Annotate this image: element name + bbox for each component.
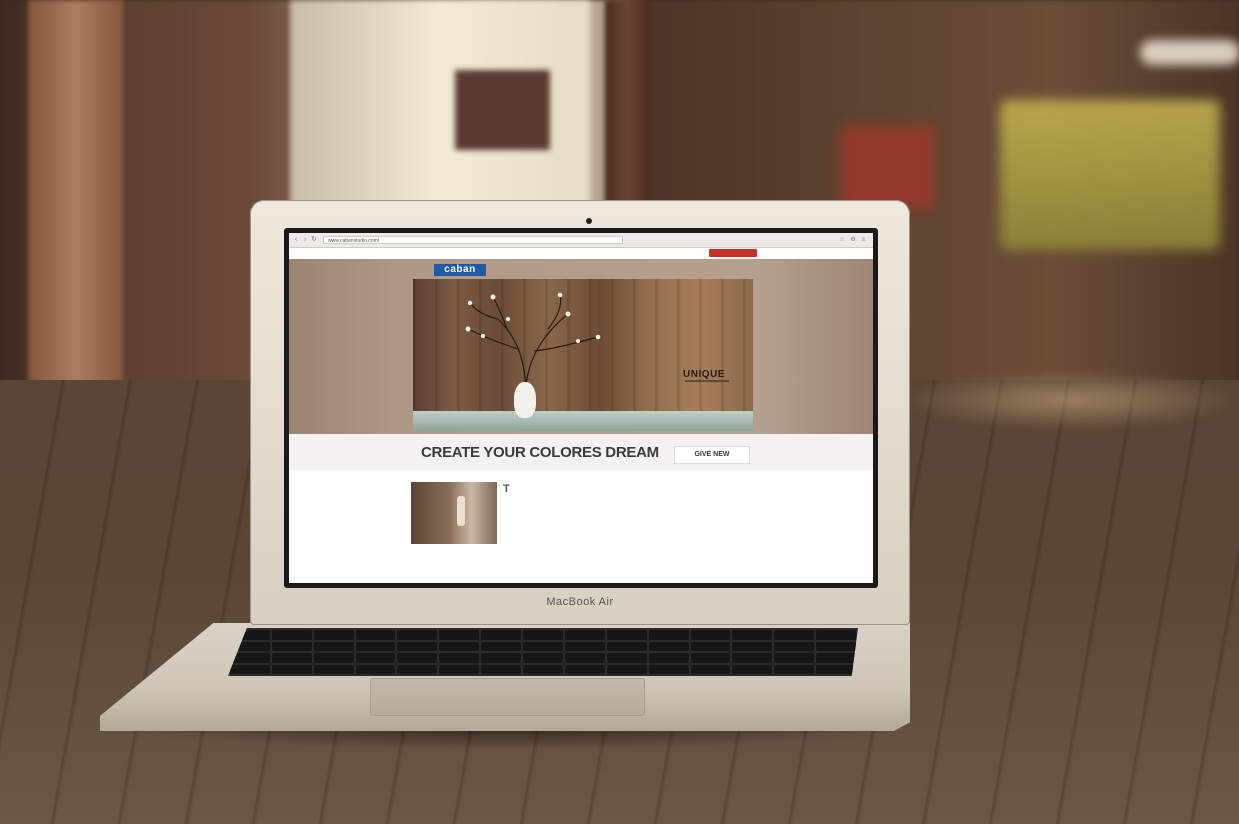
hero-section: caban UNIQUE bbox=[289, 259, 873, 434]
table-sheen bbox=[900, 370, 1239, 430]
dropcap: T bbox=[503, 483, 510, 495]
laptop-screen: ‹ › ↻ www.cabanstudio.com/ ☆ ⚙ ≡ caban U… bbox=[289, 233, 873, 583]
forward-arrow-icon[interactable]: › bbox=[302, 236, 308, 243]
camera-icon bbox=[586, 218, 592, 224]
nav-menu bbox=[499, 266, 759, 274]
door-frame-right bbox=[605, 0, 650, 210]
thumbnail-figure bbox=[457, 496, 465, 526]
content-text: T bbox=[503, 483, 753, 495]
content-section: T bbox=[289, 470, 873, 583]
reload-icon[interactable]: ↻ bbox=[311, 236, 317, 243]
red-chair bbox=[840, 125, 935, 210]
laptop-trackpad bbox=[370, 678, 645, 716]
site-topbar bbox=[289, 248, 873, 259]
cta-button[interactable]: GIVE NEW bbox=[674, 446, 750, 464]
cta-band: CREATE YOUR COLORES DREAM GIVE NEW bbox=[289, 434, 873, 470]
site-navbar: caban bbox=[409, 264, 759, 278]
browser-toolbar: ‹ › ↻ www.cabanstudio.com/ ☆ ⚙ ≡ bbox=[289, 233, 873, 248]
back-arrow-icon[interactable]: ‹ bbox=[293, 236, 299, 243]
stone-shelf bbox=[413, 411, 753, 431]
hero-slider-image[interactable]: UNIQUE bbox=[413, 279, 753, 431]
toolbar-icons[interactable]: ☆ ⚙ ≡ bbox=[839, 236, 867, 243]
site-logo[interactable]: caban bbox=[434, 264, 486, 276]
address-bar[interactable]: www.cabanstudio.com/ bbox=[323, 236, 623, 244]
yellow-chairs bbox=[1000, 100, 1220, 250]
device-brand-label: MacBook Air bbox=[546, 596, 614, 608]
laptop-keyboard bbox=[228, 628, 858, 676]
top-red-button[interactable] bbox=[709, 249, 757, 257]
branch-illustration bbox=[465, 292, 601, 388]
cta-title: CREATE YOUR COLORES DREAM bbox=[421, 444, 659, 461]
wall-picture bbox=[455, 70, 550, 150]
slide-caption: UNIQUE bbox=[683, 369, 725, 380]
door-frame-left bbox=[28, 0, 123, 400]
white-vase bbox=[514, 382, 536, 418]
content-thumbnail[interactable] bbox=[411, 482, 497, 544]
lamp bbox=[1140, 40, 1239, 65]
slide-caption-underline bbox=[685, 380, 729, 382]
